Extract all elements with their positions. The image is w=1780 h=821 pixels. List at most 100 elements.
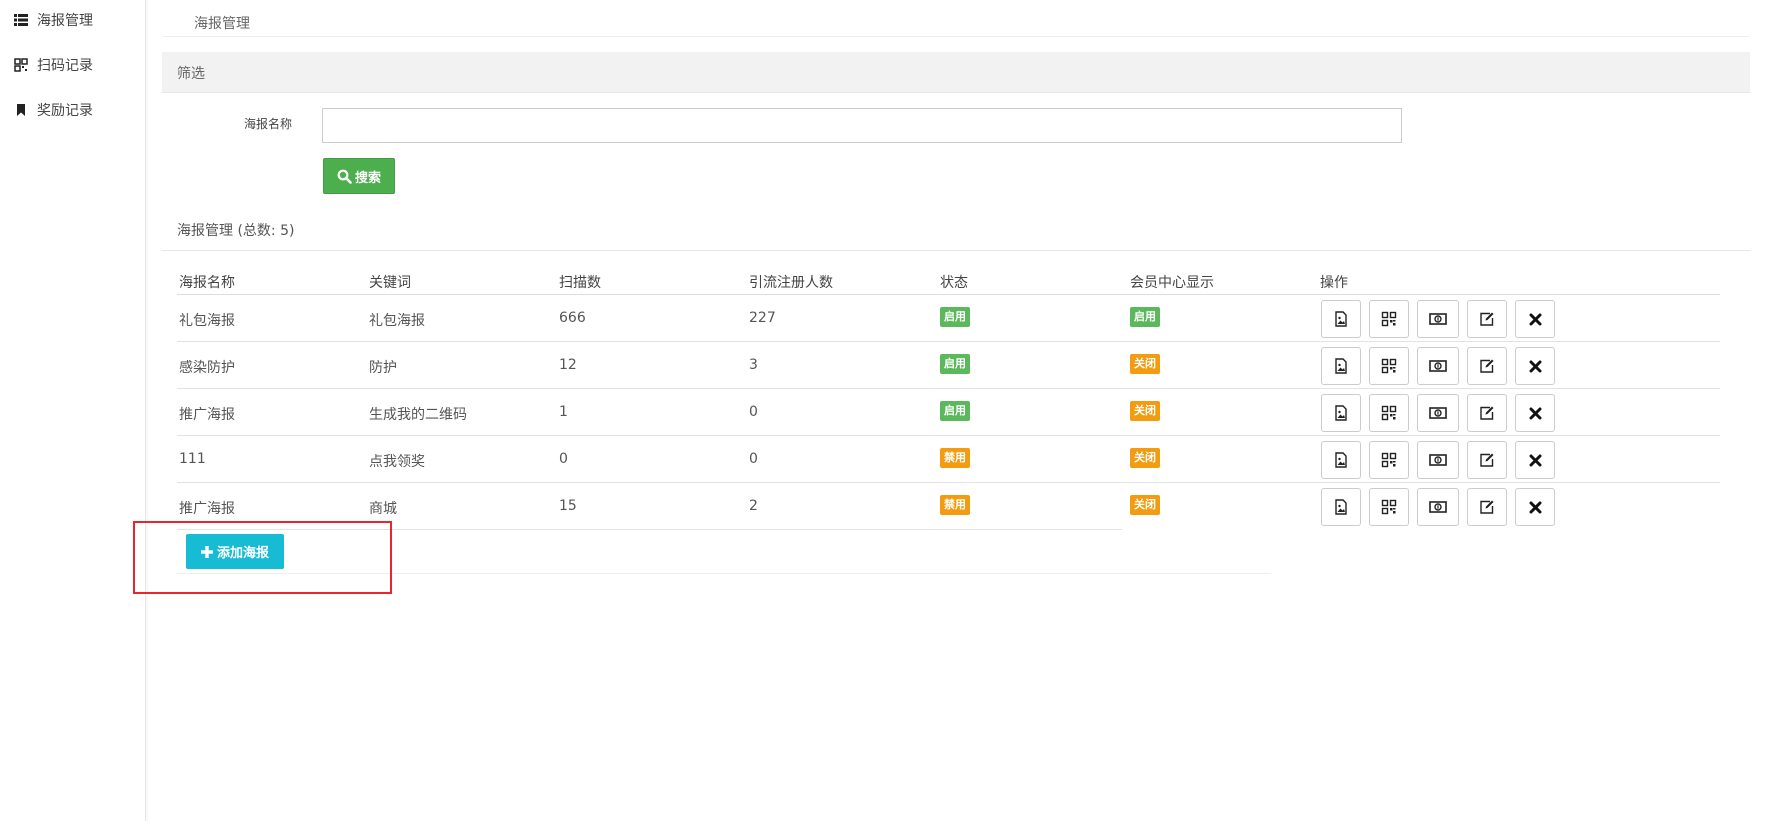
image-icon	[1333, 499, 1349, 515]
money-icon	[1429, 406, 1447, 420]
money-icon	[1429, 500, 1447, 514]
reward-button[interactable]	[1417, 441, 1459, 479]
status-badge: 启用	[940, 354, 970, 374]
money-icon	[1429, 453, 1447, 467]
table-cell-registrations: 0	[749, 404, 758, 420]
edit-icon	[1479, 452, 1495, 468]
status-badge: 启用	[940, 307, 970, 327]
table-cell-name: 礼包海报	[179, 313, 235, 329]
sidebar-item-reward-records[interactable]: 奖励记录	[14, 99, 93, 121]
main-content: 海报管理 筛选 海报名称 搜索 海报管理 (总数: 5) 海报名称 关键词 扫描…	[133, 0, 1750, 821]
qrcode-icon	[1381, 311, 1397, 327]
sidebar: 海报管理 扫码记录 奖励记录	[0, 0, 146, 821]
table-cell-registrations: 227	[749, 310, 776, 326]
preview-poster-button[interactable]	[1321, 347, 1361, 385]
reward-button[interactable]	[1417, 488, 1459, 526]
reward-button[interactable]	[1417, 347, 1459, 385]
reward-button[interactable]	[1417, 300, 1459, 338]
list-icon	[14, 14, 28, 26]
money-icon	[1429, 359, 1447, 373]
table-cell-keyword: 商城	[369, 501, 397, 517]
column-header: 引流注册人数	[749, 275, 833, 291]
qrcode-icon	[1381, 405, 1397, 421]
table-cell-registrations: 2	[749, 498, 758, 514]
reward-button[interactable]	[1417, 394, 1459, 432]
table-cell-name: 推广海报	[179, 407, 235, 423]
qrcode-button[interactable]	[1369, 300, 1409, 338]
member-center-badge: 关闭	[1130, 495, 1160, 515]
qrcode-button[interactable]	[1369, 488, 1409, 526]
table-row: 推广海报 生成我的二维码 1 0 启用 关闭	[177, 389, 1720, 436]
member-center-badge: 启用	[1130, 307, 1160, 327]
sidebar-item-label: 扫码记录	[37, 58, 93, 74]
table-row: 111 点我领奖 0 0 禁用 关闭	[177, 436, 1720, 483]
edit-icon	[1479, 499, 1495, 515]
delete-icon	[1529, 313, 1542, 326]
sidebar-item-scan-records[interactable]: 扫码记录	[14, 54, 93, 76]
edit-button[interactable]	[1467, 488, 1507, 526]
edit-button[interactable]	[1467, 394, 1507, 432]
table-row: 推广海报 商城 15 2 禁用 关闭	[177, 483, 1720, 530]
sidebar-item-label: 奖励记录	[37, 103, 93, 119]
image-icon	[1333, 452, 1349, 468]
table-cell-scans: 0	[559, 451, 568, 467]
preview-poster-button[interactable]	[1321, 488, 1361, 526]
qrcode-button[interactable]	[1369, 441, 1409, 479]
edit-button[interactable]	[1467, 347, 1507, 385]
delete-icon	[1529, 454, 1542, 467]
poster-name-label: 海报名称	[244, 117, 293, 131]
table-cell-scans: 1	[559, 404, 568, 420]
qrcode-icon	[1381, 358, 1397, 374]
poster-name-input[interactable]	[322, 108, 1402, 143]
table-cell-keyword: 礼包海报	[369, 313, 425, 329]
column-header: 会员中心显示	[1130, 275, 1214, 291]
qrcode-button[interactable]	[1369, 347, 1409, 385]
delete-icon	[1529, 360, 1542, 373]
member-center-badge: 关闭	[1130, 354, 1160, 374]
preview-poster-button[interactable]	[1321, 300, 1361, 338]
table-cell-keyword: 防护	[369, 360, 397, 376]
sidebar-item-label: 海报管理	[37, 13, 93, 29]
filter-header: 筛选	[162, 52, 1750, 93]
delete-button[interactable]	[1515, 394, 1555, 432]
status-badge: 禁用	[940, 495, 970, 515]
divider	[162, 250, 1750, 251]
edit-button[interactable]	[1467, 441, 1507, 479]
delete-button[interactable]	[1515, 488, 1555, 526]
qrcode-icon	[1381, 452, 1397, 468]
member-center-badge: 关闭	[1130, 401, 1160, 421]
preview-poster-button[interactable]	[1321, 394, 1361, 432]
delete-icon	[1529, 501, 1542, 514]
edit-button[interactable]	[1467, 300, 1507, 338]
preview-poster-button[interactable]	[1321, 441, 1361, 479]
column-header: 状态	[940, 275, 968, 291]
sidebar-item-poster-management[interactable]: 海报管理	[14, 9, 93, 31]
table-cell-keyword: 生成我的二维码	[369, 407, 467, 423]
table-cell-scans: 15	[559, 498, 577, 514]
table-cell-name: 感染防护	[179, 360, 235, 376]
status-badge: 禁用	[940, 448, 970, 468]
search-button[interactable]: 搜索	[323, 158, 395, 194]
table-row: 礼包海报 礼包海报 666 227 启用 启用	[177, 295, 1720, 342]
delete-button[interactable]	[1515, 347, 1555, 385]
status-badge: 启用	[940, 401, 970, 421]
member-center-badge: 关闭	[1130, 448, 1160, 468]
delete-icon	[1529, 407, 1542, 420]
filter-title: 筛选	[177, 66, 205, 82]
table-cell-keyword: 点我领奖	[369, 454, 425, 470]
column-header: 扫描数	[559, 275, 601, 291]
delete-button[interactable]	[1515, 441, 1555, 479]
qrcode-button[interactable]	[1369, 394, 1409, 432]
column-header: 关键词	[369, 275, 411, 291]
table-cell-name: 推广海报	[179, 501, 235, 517]
column-header: 海报名称	[179, 275, 235, 291]
table-row: 感染防护 防护 12 3 启用 关闭	[177, 342, 1720, 389]
divider	[162, 36, 1750, 37]
search-icon	[337, 169, 352, 184]
image-icon	[1333, 311, 1349, 327]
table-cell-registrations: 3	[749, 357, 758, 373]
edit-icon	[1479, 358, 1495, 374]
qrcode-icon	[14, 58, 28, 72]
column-header: 操作	[1320, 275, 1348, 291]
delete-button[interactable]	[1515, 300, 1555, 338]
